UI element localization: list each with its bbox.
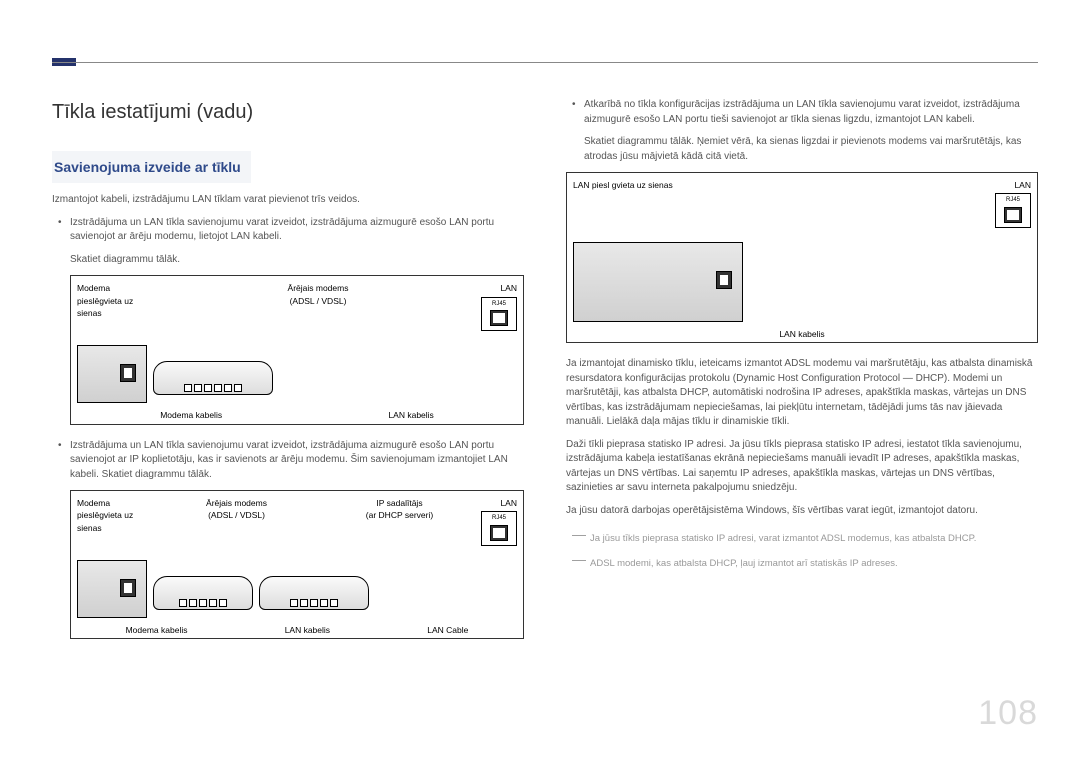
sub-text: Skatiet diagrammu tālāk.: [70, 253, 524, 268]
lan-label: LAN: [481, 282, 517, 294]
cable-label: LAN kabelis: [285, 624, 330, 636]
lan-label: LAN: [995, 179, 1031, 191]
router-sublabel: (ar DHCP serveri): [366, 510, 433, 520]
lan-label: LAN: [481, 497, 517, 509]
footnote: ―ADSL modemi, kas atbalsta DHCP, ļauj iz…: [572, 551, 1038, 571]
rj45-label: RJ45: [996, 196, 1030, 205]
paragraph: Ja izmantojat dinamisko tīklu, ieteicams…: [566, 357, 1038, 430]
modem-sublabel: (ADSL / VDSL): [208, 510, 265, 520]
cable-label: LAN Cable: [427, 624, 468, 636]
diagram-1: Modema pieslēgvieta uz sienas Ārējais mo…: [70, 275, 524, 424]
bullet-item: Izstrādājuma un LAN tīkla savienojumu va…: [70, 216, 524, 245]
wall-plate-icon: [77, 560, 147, 618]
cable-label: Modema kabelis: [160, 409, 222, 421]
bullet-list: Izstrādājuma un LAN tīkla savienojumu va…: [52, 439, 524, 483]
bullet-item: Izstrādājuma un LAN tīkla savienojumu va…: [70, 439, 524, 483]
wall-plate-icon: [573, 242, 743, 322]
rj45-port-icon: [490, 310, 508, 326]
modem-icon: [153, 576, 253, 610]
header-rule: [52, 62, 1038, 63]
paragraph: Ja jūsu datorā darbojas operētājsistēma …: [566, 504, 1038, 519]
sub-text: Skatiet diagrammu tālāk. Ņemiet vērā, ka…: [584, 135, 1038, 164]
modem-icon: [153, 361, 273, 395]
right-column: Atkarībā no tīkla konfigurācijas izstrād…: [566, 98, 1038, 653]
rj45-box: RJ45: [481, 297, 517, 332]
modem-label: Ārējais modems: [288, 283, 349, 293]
wall-label: LAN piesl gvieta uz sienas: [573, 179, 753, 228]
bullet-list: Atkarībā no tīkla konfigurācijas izstrād…: [566, 98, 1038, 127]
wall-plate-icon: [77, 345, 147, 403]
rj45-port-icon: [1004, 207, 1022, 223]
rj45-box: RJ45: [995, 193, 1031, 228]
modem-sublabel: (ADSL / VDSL): [290, 296, 347, 306]
section-heading: Savienojuma izveide ar tīklu: [52, 151, 251, 183]
diagram-2: Modema pieslēgvieta uz sienas Ārējais mo…: [70, 490, 524, 639]
modem-label: Ārējais modems: [206, 498, 267, 508]
bullet-item: Atkarībā no tīkla konfigurācijas izstrād…: [584, 98, 1038, 127]
rj45-box: RJ45: [481, 511, 517, 546]
cable-label: Modema kabelis: [126, 624, 188, 636]
page-title: Tīkla iestatījumi (vadu): [52, 98, 524, 127]
paragraph: Daži tīkli pieprasa statisko IP adresi. …: [566, 438, 1038, 496]
wall-label: Modema pieslēgvieta uz sienas: [77, 282, 155, 331]
footnote: ―Ja jūsu tīkls pieprasa statisko IP adre…: [572, 526, 1038, 546]
footnote-text: Ja jūsu tīkls pieprasa statisko IP adres…: [590, 533, 976, 544]
page-number: 108: [978, 694, 1038, 733]
rj45-label: RJ45: [482, 514, 516, 523]
cable-label: LAN kabelis: [779, 328, 824, 340]
bullet-list: Izstrādājuma un LAN tīkla savienojumu va…: [52, 216, 524, 245]
wall-label: Modema pieslēgvieta uz sienas: [77, 497, 155, 546]
router-label: IP sadalītājs: [376, 498, 422, 508]
intro-text: Izmantojot kabeli, izstrādājumu LAN tīkl…: [52, 193, 524, 208]
left-column: Tīkla iestatījumi (vadu) Savienojuma izv…: [52, 98, 524, 653]
cable-label: LAN kabelis: [388, 409, 433, 421]
diagram-3: LAN piesl gvieta uz sienas LAN RJ45 LAN …: [566, 172, 1038, 343]
rj45-port-icon: [490, 525, 508, 541]
footnote-text: ADSL modemi, kas atbalsta DHCP, ļauj izm…: [590, 558, 898, 569]
rj45-label: RJ45: [482, 300, 516, 309]
router-icon: [259, 576, 369, 610]
page-content: Tīkla iestatījumi (vadu) Savienojuma izv…: [52, 98, 1038, 653]
